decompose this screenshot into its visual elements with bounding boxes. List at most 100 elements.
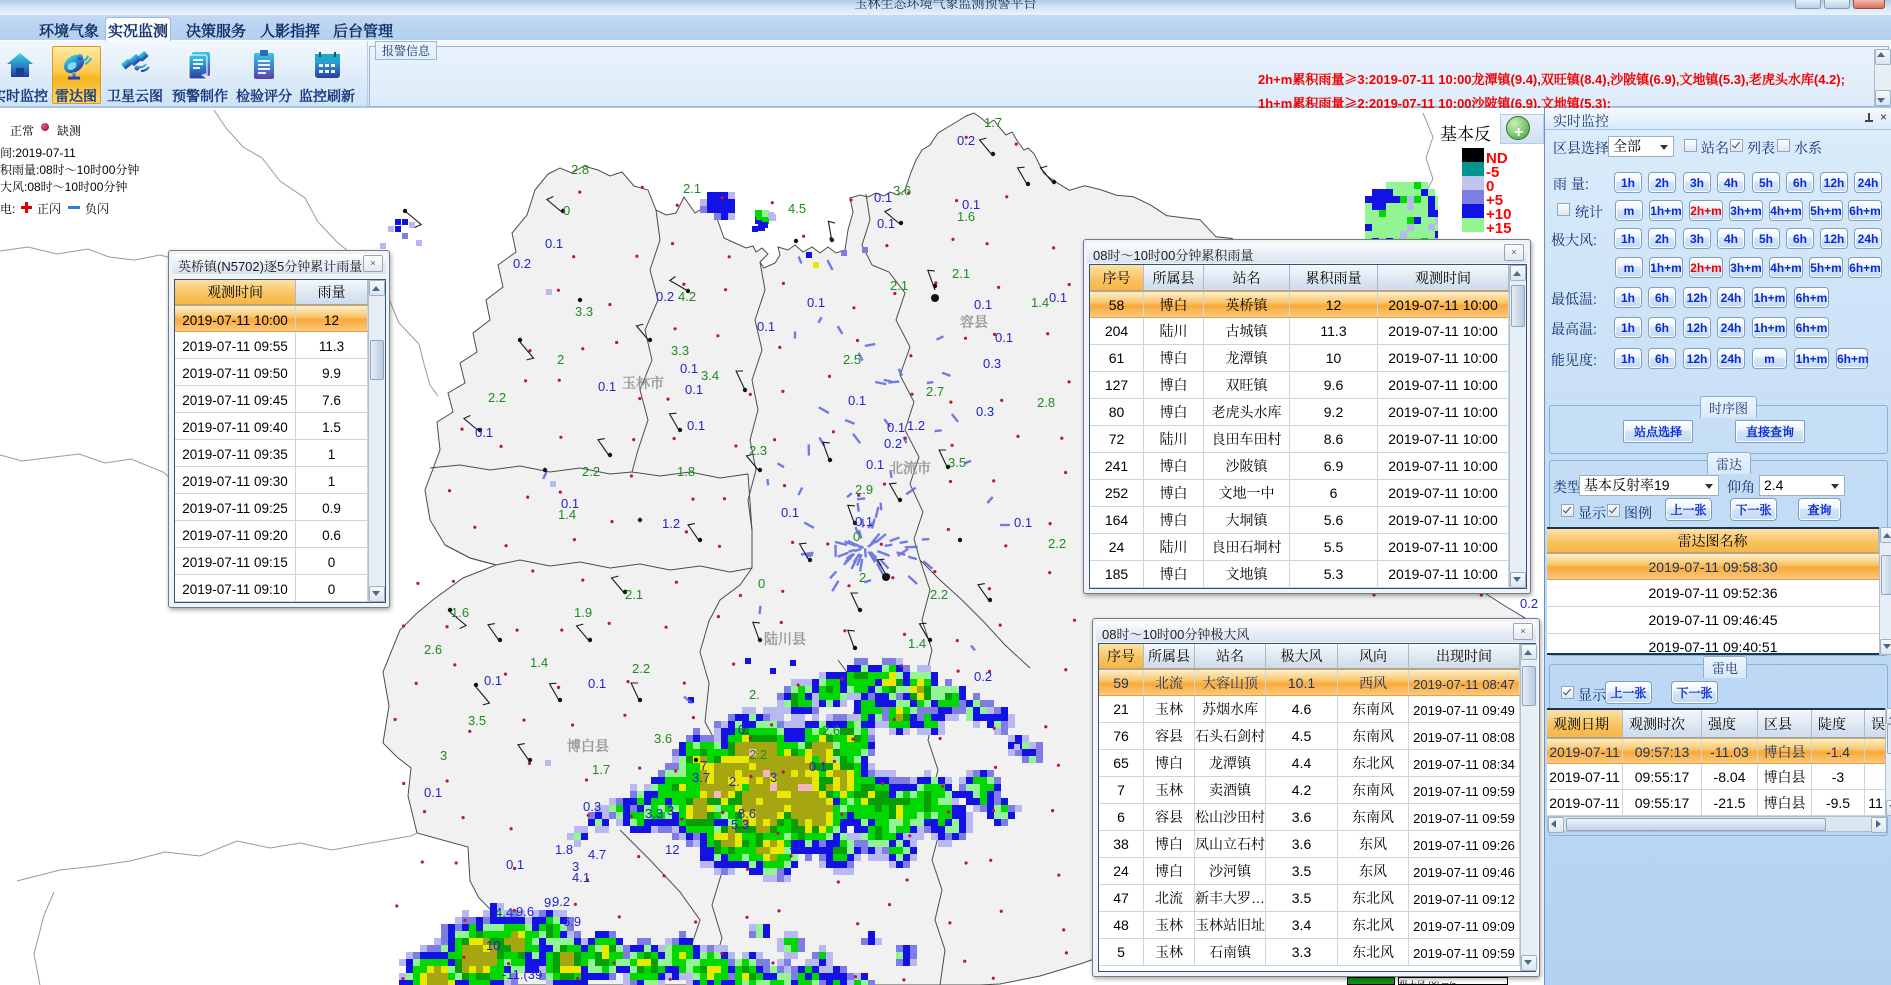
svg-text:2.1: 2.1 [683, 178, 701, 197]
svg-text:5.3: 5.3 [731, 814, 749, 833]
svg-text:0: 0 [853, 526, 860, 545]
svg-text:陆川县: 陆川县 [764, 629, 806, 649]
svg-text:1.4: 1.4 [908, 633, 926, 652]
svg-text:0.1: 0.1 [598, 376, 616, 395]
svg-text:1.4: 1.4 [1031, 292, 1049, 311]
svg-text:0.1: 0.1 [807, 292, 825, 311]
svg-text:2.2: 2.2 [582, 461, 600, 480]
svg-text:4.2: 4.2 [678, 286, 696, 305]
svg-text:3.4: 3.4 [701, 365, 719, 384]
svg-text:0.1: 0.1 [781, 502, 799, 521]
svg-text:9.6: 9.6 [516, 901, 534, 920]
svg-text:0: 0 [758, 573, 765, 592]
svg-text:3: 3 [770, 767, 777, 786]
svg-text:0.1: 0.1 [1014, 512, 1032, 531]
svg-text:4.4: 4.4 [495, 902, 513, 921]
svg-text:0.1: 0.1 [848, 390, 866, 409]
svg-text:10: 10 [486, 935, 500, 954]
svg-text:2.7: 2.7 [926, 381, 944, 400]
svg-text:0.1: 0.1 [974, 294, 992, 313]
svg-text:0.1: 0.1 [506, 854, 524, 873]
svg-text:12: 12 [665, 839, 679, 858]
svg-text:0.1: 0.1 [424, 782, 442, 801]
svg-text:3.3: 3.3 [575, 301, 593, 320]
svg-text:1.6: 1.6 [451, 602, 469, 621]
svg-text:0.: 0. [738, 719, 749, 738]
svg-text:1.9: 1.9 [574, 602, 592, 621]
svg-text:1.2: 1.2 [662, 513, 680, 532]
svg-text:2.: 2. [729, 771, 740, 790]
svg-text:博白县: 博白县 [567, 736, 609, 756]
svg-text:0.1: 0.1 [685, 379, 703, 398]
svg-text:1.7: 1.7 [984, 112, 1002, 131]
svg-text:3.5: 3.5 [948, 452, 966, 471]
svg-text:0.1: 0.1 [680, 358, 698, 377]
svg-text:0.1: 0.1 [475, 422, 493, 441]
svg-text:0.2: 0.2 [884, 433, 902, 452]
svg-text:北流市: 北流市 [889, 458, 931, 478]
svg-text:0.3: 0.3 [976, 401, 994, 420]
svg-text:1.2: 1.2 [907, 415, 925, 434]
svg-text:0.1: 0.1 [874, 187, 892, 206]
svg-text:1.7: 1.7 [592, 759, 610, 778]
svg-text:9.: 9. [544, 892, 555, 911]
svg-text:4.7: 4.7 [588, 844, 606, 863]
svg-text:1.8: 1.8 [555, 839, 573, 858]
svg-text:0.1: 0.1 [995, 327, 1013, 346]
svg-text:2.1: 2.1 [952, 263, 970, 282]
svg-text:0.2: 0.2 [1520, 593, 1538, 612]
svg-text:0.1: 0.1 [962, 194, 980, 213]
svg-text:3.6: 3.6 [654, 728, 672, 747]
svg-text:3.5: 3.5 [468, 710, 486, 729]
svg-text:3: 3 [440, 745, 447, 764]
svg-text:2.2: 2.2 [930, 584, 948, 603]
svg-text:3.3: 3.3 [645, 803, 663, 822]
svg-text:0.1: 0.1 [588, 673, 606, 692]
svg-text:0.1: 0.1 [484, 670, 502, 689]
svg-text:0.1: 0.1 [757, 316, 775, 335]
svg-text:0.1: 0.1 [866, 454, 884, 473]
svg-text:3.6: 3.6 [893, 180, 911, 199]
svg-text:0.2: 0.2 [513, 253, 531, 272]
svg-text:1.4: 1.4 [530, 652, 548, 671]
svg-text:0.1: 0.1 [687, 415, 705, 434]
svg-text:-11.(39: -11.(39 [502, 964, 542, 983]
svg-text:2.9: 2.9 [855, 479, 873, 498]
svg-text:4.5: 4.5 [788, 198, 806, 217]
svg-text:0.1: 0.1 [809, 756, 827, 775]
svg-text:2.5: 2.5 [843, 349, 861, 368]
svg-text:2: 2 [557, 349, 564, 368]
svg-text:0.3: 0.3 [983, 353, 1001, 372]
svg-text:2.8: 2.8 [571, 159, 589, 178]
svg-text:2.1: 2.1 [625, 584, 643, 603]
svg-text:2.6: 2.6 [424, 639, 442, 658]
svg-text:2.8: 2.8 [1037, 392, 1055, 411]
svg-text:3: 3 [667, 800, 674, 819]
svg-text:2.2: 2.2 [488, 387, 506, 406]
svg-text:0.2: 0.2 [656, 286, 674, 305]
svg-text:0.3: 0.3 [583, 796, 601, 815]
svg-text:2.2: 2.2 [1048, 533, 1066, 552]
svg-text:7: 7 [700, 755, 707, 774]
svg-text:玉林市: 玉林市 [622, 373, 664, 393]
svg-text:2.6: 2.6 [822, 720, 840, 739]
svg-text:2.3: 2.3 [749, 440, 767, 459]
svg-text:0: 0 [563, 200, 570, 219]
svg-text:0.1: 0.1 [545, 233, 563, 252]
svg-text:1.4: 1.4 [558, 504, 576, 523]
svg-text:3.3: 3.3 [671, 340, 689, 359]
svg-text:2: 2 [859, 567, 866, 586]
svg-text:2.: 2. [749, 684, 760, 703]
svg-text:0.2: 0.2 [957, 130, 975, 149]
svg-text:4.1: 4.1 [572, 867, 590, 886]
svg-text:6.9: 6.9 [563, 911, 581, 930]
svg-text:1.8: 1.8 [677, 461, 695, 480]
svg-text:容县: 容县 [960, 312, 988, 332]
svg-text:0.2: 0.2 [974, 666, 992, 685]
svg-text:11.: 11. [789, 834, 806, 853]
svg-text:2.2: 2.2 [632, 658, 650, 677]
svg-text:0.1: 0.1 [877, 213, 895, 232]
svg-text:2.2: 2.2 [749, 744, 767, 763]
svg-text:0.1: 0.1 [1049, 287, 1067, 306]
svg-text:2.1: 2.1 [890, 275, 908, 294]
